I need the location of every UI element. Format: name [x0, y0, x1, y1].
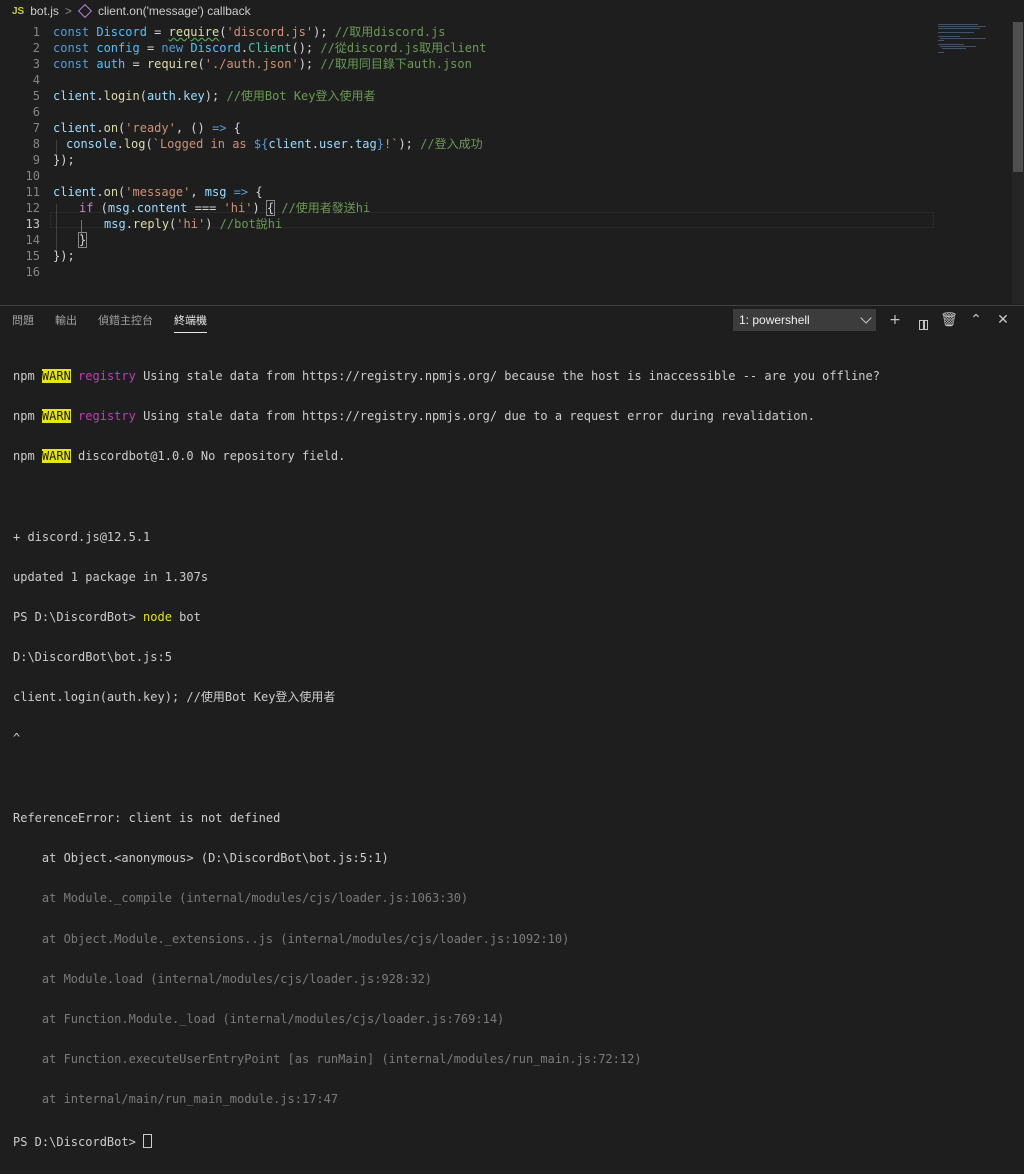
- terminal-line: at Module.load (internal/modules/cjs/loa…: [13, 971, 433, 986]
- line-number: 4: [32, 73, 40, 87]
- terminal-line: at Object.<anonymous> (D:\DiscordBot\bot…: [13, 851, 389, 866]
- code-text: msg.reply('hi') //bot說hi: [104, 217, 283, 231]
- line-number: 5: [32, 89, 40, 103]
- terminal-line: at Function.executeUserEntryPoint [as ru…: [13, 1052, 642, 1067]
- split-terminal-icon[interactable]: [914, 311, 932, 330]
- terminal-line: at Function.Module._load (internal/modul…: [13, 1012, 505, 1027]
- code-text: console.log(`Logged in as ${client.user.…: [66, 137, 483, 151]
- chevron-up-icon[interactable]: ⌃: [967, 311, 985, 329]
- line-number: 2: [32, 41, 40, 55]
- code-text: const Discord = require('discord.js'); /…: [53, 25, 446, 39]
- terminal-line: npm WARN discordbot@1.0.0 No repository …: [13, 449, 346, 464]
- chevron-right-icon: >: [64, 4, 72, 18]
- tab-problems[interactable]: 問題: [0, 306, 43, 336]
- terminal-cursor: [143, 1133, 153, 1148]
- breadcrumb-symbol[interactable]: client.on('message') callback: [98, 4, 251, 18]
- method-symbol-icon: [77, 3, 93, 19]
- terminal-line: D:\DiscordBot\bot.js:5: [13, 650, 172, 665]
- code-text: const auth = require('./auth.json'); //取…: [53, 57, 472, 71]
- line-number: 1: [32, 25, 40, 39]
- code-text: const config = new Discord.Client(); //從…: [53, 41, 487, 55]
- tab-debug-console[interactable]: 偵錯主控台: [86, 306, 162, 336]
- line-number: 6: [32, 105, 40, 119]
- line-number: 7: [32, 121, 40, 135]
- line-number: 3: [32, 57, 40, 71]
- tab-output[interactable]: 輸出: [43, 306, 86, 336]
- code-text: });: [53, 153, 75, 167]
- minimap[interactable]: [938, 22, 1000, 72]
- terminal-line: + discord.js@12.5.1: [13, 529, 151, 544]
- terminal-line: updated 1 package in 1.307s: [13, 569, 209, 584]
- terminal-line: PS D:\DiscordBot> node bot: [13, 610, 201, 625]
- scrollbar-thumb[interactable]: [1013, 22, 1023, 172]
- line-number: 13: [25, 217, 40, 231]
- warn-badge: WARN: [41, 449, 71, 464]
- terminal-line: at internal/main/run_main_module.js:17:4…: [13, 1092, 339, 1107]
- line-number: 15: [25, 249, 40, 263]
- line-number: 9: [32, 153, 40, 167]
- terminal-prompt: PS D:\DiscordBot>: [13, 1134, 144, 1149]
- chevron-down-icon: [860, 312, 872, 324]
- code-text: client.login(auth.key); //使用Bot Key登入使用者: [53, 89, 376, 103]
- javascript-file-icon: JS: [12, 5, 25, 17]
- line-number: 8: [32, 137, 40, 151]
- bottom-panel: 問題 輸出 偵錯主控台 終端機 1: powershell + 🗑 ⌃ ✕ np…: [0, 305, 1024, 1148]
- warn-badge: WARN: [41, 368, 71, 383]
- line-number: 12: [25, 201, 40, 215]
- code-text: }: [77, 232, 88, 248]
- code-text: client.on('ready', () => {: [53, 121, 241, 135]
- line-number: 14: [25, 233, 40, 247]
- terminal-select-value: 1: powershell: [739, 313, 810, 327]
- code-text: client.on('message', msg => {: [53, 185, 263, 199]
- code-editor[interactable]: 1 const Discord = require('discord.js'); …: [0, 22, 1012, 304]
- terminal-select[interactable]: 1: powershell: [733, 309, 876, 331]
- code-text: if (msg.content === 'hi') { //使用者發送hi: [79, 200, 371, 216]
- code-text: });: [53, 249, 75, 263]
- terminal-line: ^: [13, 730, 21, 745]
- terminal-line: at Object.Module._extensions..js (intern…: [13, 931, 570, 946]
- breadcrumb-file[interactable]: bot.js: [30, 4, 59, 18]
- trash-icon[interactable]: 🗑: [940, 311, 958, 329]
- line-number: 10: [25, 169, 40, 183]
- terminal-line: client.login(auth.key); //使用Bot Key登入使用者: [13, 690, 336, 705]
- line-number: 16: [25, 265, 40, 279]
- panel-tabs: 問題 輸出 偵錯主控台 終端機: [0, 306, 216, 336]
- warn-badge: WARN: [41, 409, 71, 424]
- terminal-output[interactable]: npm WARN registry Using stale data from …: [13, 343, 880, 1174]
- terminal-prompt-line[interactable]: PS D:\DiscordBot>: [13, 1133, 880, 1149]
- terminal-line: ReferenceError: client is not defined: [13, 811, 281, 826]
- terminal-line: npm WARN registry Using stale data from …: [13, 368, 880, 383]
- indent-guide: [56, 204, 57, 252]
- tab-terminal[interactable]: 終端機: [162, 306, 216, 336]
- plus-icon[interactable]: +: [886, 311, 904, 329]
- terminal-line: at Module._compile (internal/modules/cjs…: [13, 891, 469, 906]
- editor-scrollbar[interactable]: [1012, 22, 1024, 304]
- breadcrumb: JS bot.js > client.on('message') callbac…: [0, 0, 1012, 22]
- close-icon[interactable]: ✕: [994, 311, 1012, 329]
- terminal-line: npm WARN registry Using stale data from …: [13, 409, 815, 424]
- line-number: 11: [25, 185, 40, 199]
